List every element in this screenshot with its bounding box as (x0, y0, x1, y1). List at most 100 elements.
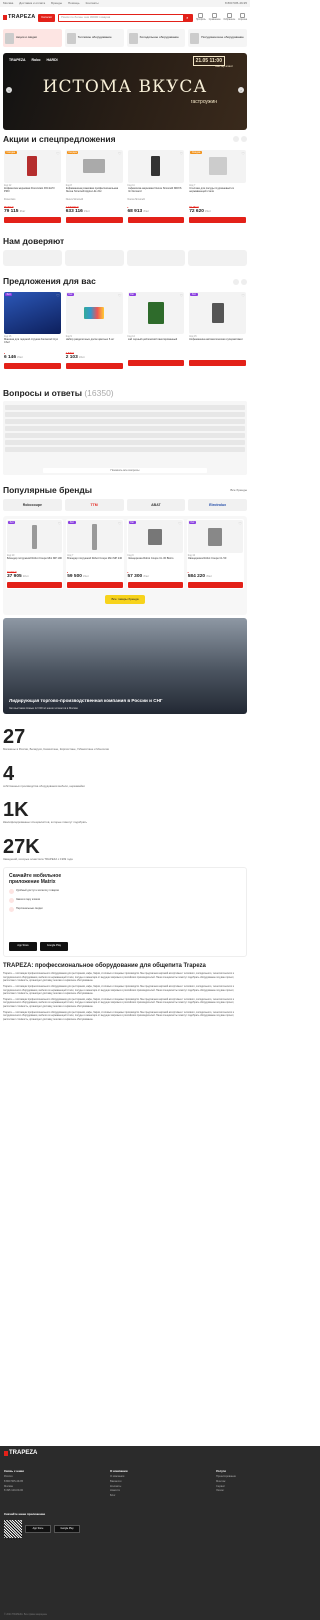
section-title: Вопросы и ответы (16350) (3, 387, 114, 398)
city-selector[interactable]: Москва (3, 1, 13, 6)
add-to-cart-button[interactable] (187, 582, 243, 589)
product-name[interactable]: Овощерезка Robot Coupe CL 30 Bistro (128, 557, 183, 567)
profile-button[interactable]: Профиль (196, 13, 206, 22)
seo-paragraph: Trapeza — поставщик профессионального об… (3, 972, 235, 983)
chevron-left-icon[interactable] (233, 278, 239, 285)
product-name[interactable]: Стеллаж для посуды 4-уровневый из нержав… (189, 187, 246, 197)
chevron-right-icon[interactable] (241, 136, 247, 143)
heart-icon[interactable]: ♡ (241, 293, 245, 298)
heart-icon[interactable]: ♡ (238, 521, 242, 526)
qa-item[interactable] (5, 419, 245, 425)
cart-button[interactable]: Корзина (238, 13, 247, 22)
hero-banner[interactable]: TRAPEZA Robo HARDI 21.05 11:00 Мастер-клас… (3, 53, 247, 130)
add-to-cart-button[interactable] (65, 216, 123, 223)
qa-item[interactable] (5, 433, 245, 439)
qa-item[interactable] (5, 447, 245, 453)
favorites-button[interactable]: Избранное (224, 13, 235, 22)
product-card[interactable]: Хит ♡ Код:10 Блендер погружной Robot Coup… (6, 519, 64, 590)
brand-tab[interactable]: Electrolux (188, 499, 247, 512)
heart-icon[interactable]: ♡ (178, 521, 182, 526)
product-name[interactable]: Чай черный цейлонский пакетированный (128, 338, 185, 348)
category-refrigeration[interactable]: Холодильное оборудование (126, 29, 186, 47)
product-card[interactable]: Хит ♡ Код:9 Набор разделочных досок цветн… (65, 291, 124, 376)
product-card[interactable]: Хит ♡ Код:14 Чай черный цейлонский пакети… (127, 291, 186, 376)
product-card[interactable]: Хит ♡ Код:16 Машина для ледяной стружки K… (3, 291, 62, 376)
heart-icon[interactable]: ♡ (118, 521, 122, 526)
add-to-cart-button[interactable] (127, 359, 185, 366)
product-card[interactable]: Скидка ♡ Код:12 Кофемолка жерновая Fioren… (3, 149, 62, 224)
product-card[interactable]: ♡ Код:11 Кофемолка жерновая Nuova Simone… (127, 149, 186, 224)
chevron-right-icon[interactable] (241, 278, 247, 285)
qa-item[interactable] (5, 426, 245, 432)
heart-icon (226, 13, 232, 19)
topbar-link-contacts[interactable]: Контакты (86, 1, 99, 6)
heart-icon[interactable]: ♡ (58, 521, 62, 526)
qa-item[interactable] (5, 405, 245, 411)
topbar-link-help[interactable]: Помощь (68, 1, 80, 6)
logo[interactable]: TRAPEZA (3, 14, 35, 21)
product-card[interactable]: Скидка ♡ Код:7 Стеллаж для посуды 4-уровн… (188, 149, 247, 224)
topbar-phone[interactable]: 8 800 505-49-95 (225, 1, 247, 6)
catalog-button[interactable]: Каталог (38, 13, 56, 22)
add-to-cart-button[interactable] (65, 362, 123, 369)
heart-icon[interactable]: ♡ (56, 293, 60, 298)
add-to-cart-button[interactable] (127, 582, 183, 589)
add-to-cart-button[interactable] (4, 362, 61, 369)
compare-button[interactable]: Сравнение (209, 13, 221, 22)
qr-code (4, 1519, 22, 1538)
promo-products: Скидка ♡ Код:12 Кофемолка жерновая Fioren… (0, 149, 250, 224)
product-name[interactable]: Набор разделочных досок цветных 6 шт (66, 338, 123, 348)
heart-icon[interactable]: ♡ (180, 293, 184, 298)
product-card[interactable]: Хит ♡ Код:7 Блендер погружной Robot Coupe… (66, 519, 124, 590)
category-thermal[interactable]: Тепловое оборудование (64, 29, 124, 47)
heart-icon[interactable]: ♡ (118, 151, 122, 156)
company-promo-banner[interactable]: Лидирующая торгово-производственная комп… (3, 618, 247, 715)
brand-tab[interactable]: TTM (64, 499, 124, 512)
product-name[interactable]: Машина для ледяной стружки Kenwood Cryo … (4, 338, 61, 348)
product-card[interactable]: Хит ♡ Код:15 Кофемашина автоматическая су… (188, 291, 247, 376)
app-store-button[interactable]: App Store (9, 941, 37, 951)
add-to-cart-button[interactable] (127, 216, 185, 223)
add-to-cart-button[interactable] (67, 582, 123, 589)
show-all-questions-button[interactable]: Показать все вопросы (43, 468, 207, 474)
add-to-cart-button[interactable] (7, 582, 63, 589)
all-brands-link[interactable]: Все бренды (230, 488, 247, 493)
add-to-cart-button[interactable] (4, 216, 61, 223)
google-play-button[interactable]: Google Play (54, 1524, 80, 1533)
product-card[interactable]: Хит ♡ Код:9 Овощерезка Robot Coupe CL 30 … (126, 519, 184, 590)
topbar-link-brands[interactable]: Бренды (51, 1, 62, 6)
category-dishwashing[interactable]: Посудомоечное оборудование (188, 29, 247, 47)
search-icon[interactable]: ⌕ (182, 13, 192, 22)
add-to-cart-button[interactable] (189, 216, 246, 223)
product-name[interactable]: Кофемашина автоматическая суперавтомат (189, 338, 246, 348)
brand-tab[interactable]: Robocoupe (3, 499, 62, 512)
all-brand-products-button[interactable]: Все товары бренда (105, 595, 145, 605)
heart-icon[interactable]: ♡ (241, 151, 245, 156)
heart-icon[interactable]: ♡ (118, 293, 122, 298)
product-name[interactable]: Овощерезка Robot Coupe CL 50 (188, 557, 243, 567)
product-name[interactable]: Кофемолка жерновая Fiorenzato F64 EVO PR… (4, 187, 61, 197)
heart-icon[interactable]: ♡ (180, 151, 184, 156)
category-sales[interactable]: Акции и скидки (3, 29, 62, 47)
search-input[interactable]: Поиск по более чем 30000 товаров ⌕ (58, 13, 193, 22)
qa-item[interactable] (5, 412, 245, 418)
app-store-button[interactable]: App Store (25, 1524, 51, 1533)
footer-logo[interactable]: TRAPEZA (4, 1450, 316, 1458)
user-icon (198, 13, 204, 19)
google-play-button[interactable]: Google Play (40, 941, 68, 951)
chevron-right-icon[interactable]: › (238, 87, 244, 93)
copyright: © 2024 TRAPEZA. Все права защищены (4, 1614, 47, 1617)
topbar-link-delivery[interactable]: Доставка и оплата (19, 1, 45, 6)
product-name[interactable]: Кофемашина рожковая профессиональная Nuo… (66, 187, 123, 197)
heart-icon[interactable]: ♡ (56, 151, 60, 156)
product-name[interactable]: Блендер погружной Robot Coupe Mini MP 24… (67, 557, 122, 567)
add-to-cart-button[interactable] (189, 359, 246, 366)
qa-item[interactable] (5, 440, 245, 446)
product-name[interactable]: Кофемолка жерновая Nuova Simonelli MDXS … (128, 187, 185, 197)
chevron-left-icon[interactable] (233, 136, 239, 143)
product-name[interactable]: Блендер погружной Robot Coupe Mini MP 19… (7, 557, 62, 567)
brand-tab[interactable]: ABAT (126, 499, 186, 512)
chevron-left-icon[interactable]: ‹ (6, 87, 12, 93)
product-card[interactable]: Скидка ♡ Код:8 Кофемашина рожковая профес… (65, 149, 124, 224)
product-card[interactable]: Хит ♡ Код:12 Овощерезка Robot Coupe CL 50… (186, 519, 244, 590)
